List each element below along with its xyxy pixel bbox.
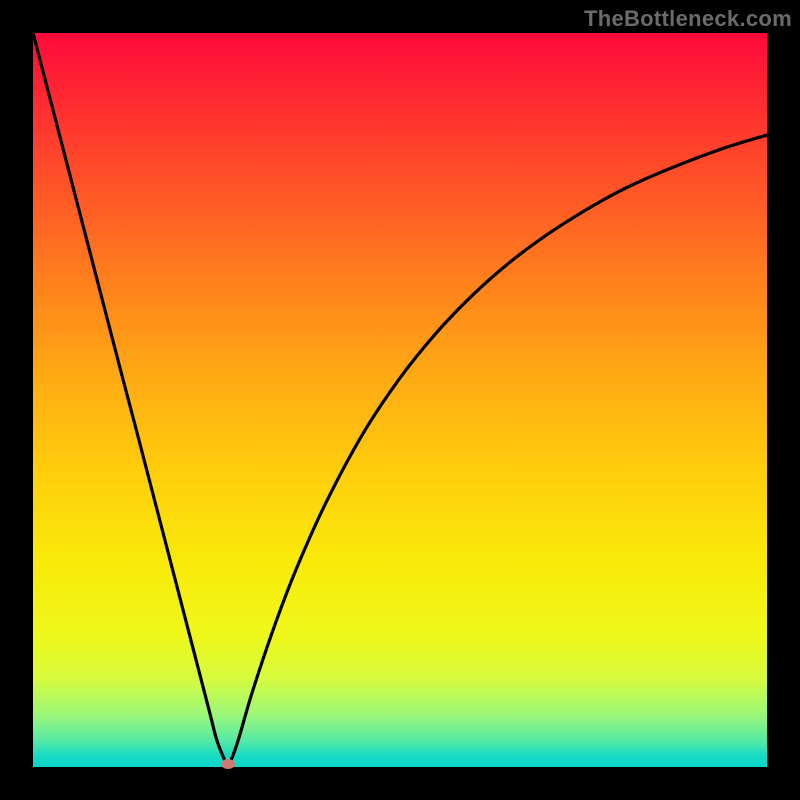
optimum-marker [221, 759, 235, 769]
chart-frame: TheBottleneck.com [0, 0, 800, 800]
plot-area [33, 33, 767, 767]
curve-layer [33, 33, 767, 767]
watermark-text: TheBottleneck.com [584, 6, 792, 32]
bottleneck-curve [33, 33, 767, 764]
